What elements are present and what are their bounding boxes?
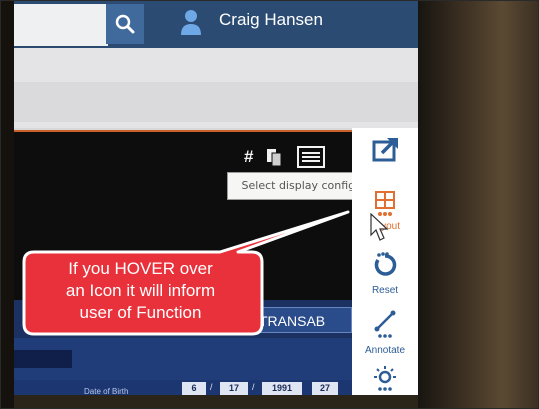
annotate-icon [374, 310, 396, 338]
dob-day-field[interactable]: 17 [220, 382, 248, 395]
reset-label: Reset [371, 285, 399, 296]
dob-year-field[interactable]: 1991 [262, 382, 302, 395]
dob-separator: / [210, 382, 213, 392]
search-button[interactable] [106, 4, 144, 44]
reset-button[interactable]: Reset [352, 250, 418, 296]
viewer-header-icons: # [244, 146, 326, 168]
content-strip [14, 82, 418, 122]
search-input[interactable] [14, 4, 108, 46]
monitor-bezel-right [418, 0, 539, 409]
adjust-button[interactable] [352, 364, 418, 395]
user-name[interactable]: Craig Hansen [219, 10, 323, 30]
annotate-label: Annotate [364, 345, 406, 356]
hash-icon[interactable]: # [244, 147, 253, 167]
copy-icon[interactable] [265, 147, 285, 167]
mouse-cursor-icon [370, 213, 389, 241]
open-external-button[interactable] [352, 136, 418, 169]
callout-line: an Icon it will inform [65, 281, 216, 300]
dob-month-field[interactable]: 6 [182, 382, 206, 395]
photo-background: Craig Hansen # Select display configurat… [0, 0, 539, 409]
callout-line: If you HOVER over [68, 259, 213, 278]
callout-text: If you HOVER over an Icon it will inform… [18, 258, 263, 324]
dob-separator: / [252, 382, 255, 392]
user-icon[interactable] [180, 8, 202, 36]
search-icon [115, 14, 135, 34]
reset-icon [374, 252, 397, 276]
sun-icon [374, 366, 396, 391]
dob-label: Date of Birth [84, 387, 129, 395]
age-field: 27 [312, 382, 338, 395]
field-block [14, 350, 72, 368]
callout-line: user of Function [79, 303, 202, 322]
open-external-icon [372, 137, 398, 162]
annotate-button[interactable]: Annotate [352, 308, 418, 356]
tab-transab[interactable]: TRANSAB [254, 307, 352, 333]
monitor-bezel-left [0, 0, 14, 409]
right-toolbar: Layout Reset Annotate [352, 128, 418, 395]
monitor-screen: Craig Hansen # Select display configurat… [14, 0, 418, 395]
list-icon[interactable] [297, 146, 326, 168]
